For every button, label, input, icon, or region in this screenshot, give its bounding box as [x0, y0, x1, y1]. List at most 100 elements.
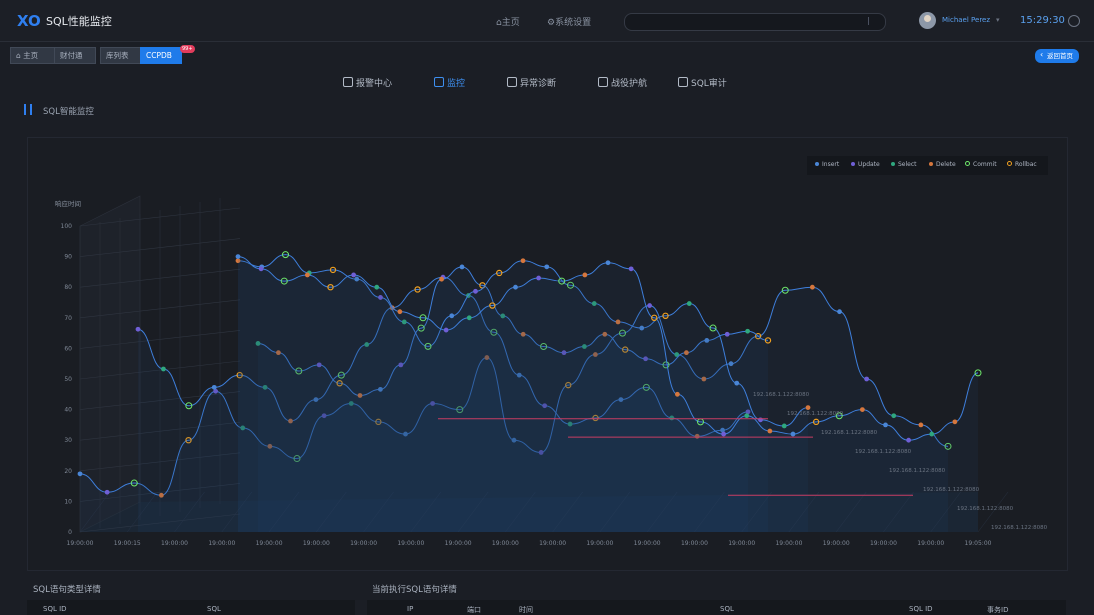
- x-tick-label: 19:00:00: [350, 540, 377, 547]
- legend-delete[interactable]: Delete: [929, 161, 956, 168]
- running-sql-detail-title: 当前执行SQL语句详情: [372, 585, 457, 595]
- data-point: [929, 431, 935, 437]
- chart-panel: 0 10 20 30 40 50 60 70 80 90 100 19:00:00 19:00:15 19…: [27, 137, 1068, 571]
- tab-sql-audit[interactable]: SQL审计: [678, 76, 727, 89]
- sql-monitor-chart[interactable]: 0 10 20 30 40 50 60 70 80 90 100 19:00:00 19:00:15 19…: [28, 138, 1067, 570]
- data-point: [767, 428, 773, 434]
- nav-home-label: 主页: [501, 18, 520, 28]
- data-point: [397, 309, 403, 315]
- legend-dot: [965, 161, 970, 166]
- x-tick-label: 19:00:00: [208, 540, 235, 547]
- data-point: [952, 419, 958, 425]
- breadcrumb-home[interactable]: ⌂ 主页: [10, 47, 55, 64]
- legend-label: Update: [858, 161, 880, 168]
- x-tick-label: 19:00:00: [539, 540, 566, 547]
- x-tick-label: 19:00:00: [917, 540, 944, 547]
- x-tick-label: 19:00:00: [775, 540, 802, 547]
- column-header: SQL ID: [909, 605, 933, 613]
- depth-axis-label: 192.168.1.122:8080: [923, 487, 980, 493]
- warning-icon: [434, 77, 444, 87]
- data-point: [674, 391, 680, 397]
- breadcrumb-current[interactable]: CCPDB: [140, 47, 182, 64]
- data-point: [473, 288, 478, 294]
- y-tick-label: 10: [64, 498, 72, 505]
- diagnose-icon: [507, 77, 517, 87]
- data-point: [744, 413, 750, 419]
- data-point: [211, 384, 217, 390]
- legend-commit[interactable]: Commit: [965, 161, 997, 168]
- tab-bar: 报警中心 监控 异常诊断 战役护航 SQL审计: [0, 70, 1094, 92]
- legend-label: Select: [898, 161, 917, 168]
- y-tick-label: 0: [68, 529, 72, 536]
- tab-label: 报警中心: [356, 79, 393, 89]
- data-point: [864, 376, 870, 382]
- legend-rollback[interactable]: Rollbac: [1007, 161, 1037, 168]
- notification-badge: 99+: [180, 45, 195, 53]
- data-point: [790, 431, 796, 437]
- data-point: [513, 284, 518, 290]
- user-name[interactable]: Michael Perez: [942, 16, 990, 24]
- audit-icon: [678, 77, 688, 87]
- tab-alarm-center[interactable]: 报警中心: [343, 76, 392, 89]
- x-tick-label: 19:00:00: [870, 540, 897, 547]
- y-tick-label: 80: [64, 284, 72, 291]
- x-tick-label: 19:00:00: [397, 540, 424, 547]
- legend-insert[interactable]: Insert: [815, 161, 839, 168]
- tab-monitor[interactable]: 监控: [434, 76, 465, 89]
- y-tick-label: 40: [64, 407, 72, 414]
- data-point: [721, 431, 727, 437]
- x-tick-label: 19:00:00: [681, 540, 708, 547]
- data-point: [859, 407, 865, 412]
- column-header: 时间: [519, 606, 533, 614]
- data-point: [449, 313, 455, 319]
- column-header: 端口: [467, 606, 481, 614]
- sql-type-detail-title: SQL语句类型详情: [33, 585, 101, 595]
- breadcrumb-item[interactable]: 财付通: [54, 47, 96, 64]
- y-tick-label: 20: [64, 468, 72, 475]
- tab-label: SQL审计: [691, 79, 727, 89]
- logout-icon[interactable]: [1068, 15, 1080, 27]
- back-home-button[interactable]: 返回首页: [1035, 48, 1079, 63]
- data-point: [837, 309, 842, 315]
- x-tick-label: 19:00:00: [161, 540, 188, 547]
- x-tick-label: 19:00:00: [728, 540, 755, 547]
- data-point: [734, 380, 740, 386]
- breadcrumb-item[interactable]: 库列表: [100, 47, 142, 64]
- tab-escort[interactable]: 战役护航: [598, 76, 647, 89]
- search-input[interactable]: [624, 13, 886, 31]
- legend-dot: [851, 162, 855, 166]
- search-icon[interactable]: [868, 17, 877, 25]
- depth-axis-label: 192.168.1.122:8080: [991, 525, 1048, 531]
- x-tick-label: 19:00:15: [114, 540, 141, 547]
- data-point: [466, 315, 472, 321]
- data-point: [536, 275, 542, 281]
- data-point: [918, 422, 924, 428]
- column-header: SQL: [720, 605, 734, 613]
- panel-title: SQL智能监控: [43, 107, 94, 117]
- data-point: [628, 266, 634, 272]
- column-header: SQL: [207, 605, 221, 613]
- y-tick-label: 100: [61, 223, 73, 230]
- data-point: [883, 422, 888, 428]
- data-point: [745, 328, 750, 334]
- legend-label: Delete: [936, 161, 956, 168]
- running-sql-table-header: IP 端口 时间 SQL SQL ID 事务ID: [367, 600, 1066, 615]
- breadcrumb-home-label: 主页: [23, 51, 39, 60]
- depth-axis-label: 192.168.1.122:8080: [855, 449, 912, 455]
- depth-axis-label: 192.168.1.122:8080: [957, 506, 1014, 512]
- nav-settings-link[interactable]: ⚙系统设置: [547, 15, 591, 28]
- data-point: [605, 260, 611, 266]
- tab-label: 异常诊断: [520, 79, 557, 89]
- data-point: [304, 272, 310, 278]
- settings-icon: ⚙: [547, 18, 556, 28]
- chevron-down-icon[interactable]: ▾: [996, 16, 1000, 24]
- legend-select[interactable]: Select: [891, 161, 917, 168]
- tab-diagnose[interactable]: 异常诊断: [507, 76, 556, 89]
- data-point: [439, 276, 444, 282]
- y-tick-label: 30: [64, 437, 72, 444]
- legend-update[interactable]: Update: [851, 161, 880, 168]
- nav-home-link[interactable]: ⌂主页: [496, 15, 520, 28]
- svg-text:XO: XO: [17, 12, 41, 29]
- depth-axis-label: 192.168.1.122:8080: [821, 430, 878, 436]
- avatar[interactable]: [919, 12, 936, 29]
